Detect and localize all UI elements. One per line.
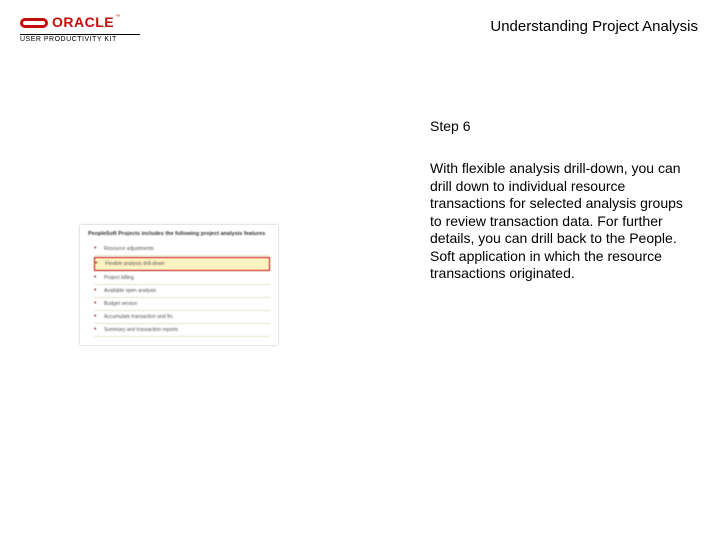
oracle-logo: ORACLE™ — [20, 14, 180, 32]
thumb-item: Budget version — [94, 298, 270, 311]
oracle-word: ORACLE — [52, 14, 114, 30]
brand-subline: USER PRODUCTIVITY KIT — [20, 34, 140, 43]
page-title: Understanding Project Analysis — [490, 18, 698, 35]
oracle-o-icon — [20, 18, 48, 28]
oracle-wordmark: ORACLE™ — [52, 14, 120, 32]
body-text: With flexible analysis drill-down, you c… — [430, 160, 690, 283]
thumb-heading: PeopleSoft Projects includes the followi… — [88, 231, 270, 237]
thumb-item: Accumulate transaction and fin. — [94, 311, 270, 324]
thumb-item-highlighted: Flexible analysis drill-down — [94, 257, 270, 271]
brand-block: ORACLE™ USER PRODUCTIVITY KIT — [20, 14, 180, 43]
step-label: Step 6 — [430, 118, 470, 134]
trademark-icon: ™ — [115, 14, 120, 20]
thumb-item: Resource adjustments — [94, 243, 270, 256]
thumb-item: Summary and transaction reports — [94, 324, 270, 337]
thumb-item: Available open analysis — [94, 285, 270, 298]
feature-list-thumbnail: PeopleSoft Projects includes the followi… — [80, 225, 278, 345]
thumb-item: Project billing — [94, 272, 270, 285]
thumb-list: Resource adjustments Flexible analysis d… — [88, 243, 270, 337]
page-root: ORACLE™ USER PRODUCTIVITY KIT Understand… — [0, 0, 720, 540]
